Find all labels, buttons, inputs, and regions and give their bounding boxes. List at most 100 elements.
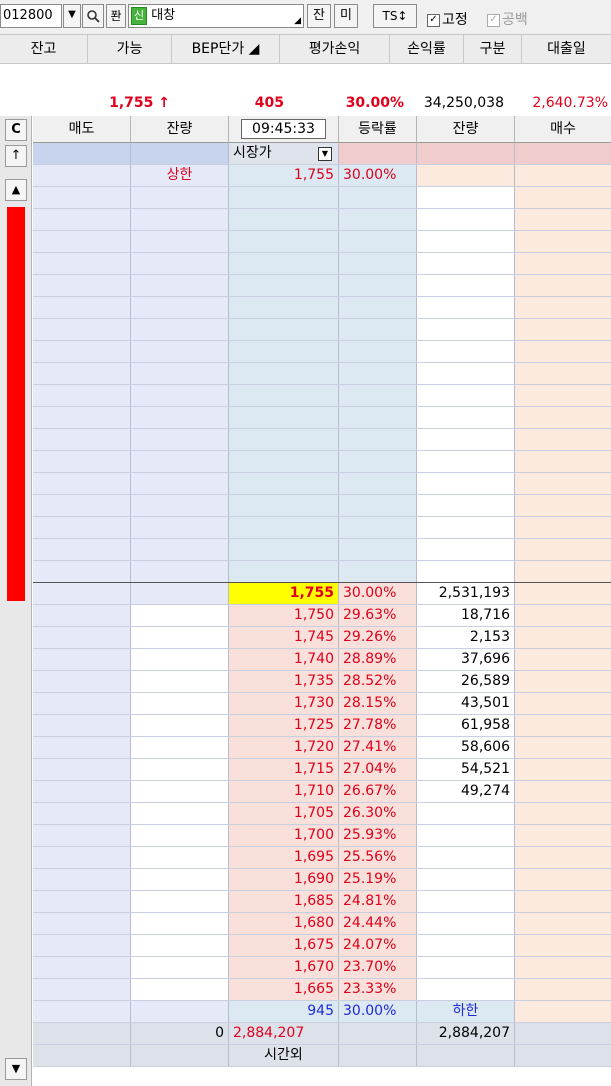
price-cell[interactable]: 1,705 [229,803,339,824]
ask-cell[interactable] [33,781,131,802]
bid-cell[interactable] [515,407,611,428]
code-dropdown-button[interactable]: ▼ [63,4,81,28]
bid-cell[interactable] [515,473,611,494]
price-cell[interactable] [229,407,339,428]
bid-cell[interactable] [515,583,611,604]
ask-cell[interactable] [33,847,131,868]
price-cell[interactable]: 1,740 [229,649,339,670]
ask-cell[interactable] [33,407,131,428]
price-cell[interactable]: 1,720 [229,737,339,758]
ask-cell[interactable] [33,209,131,230]
ask-cell[interactable] [33,671,131,692]
bid-cell[interactable] [515,385,611,406]
header-type[interactable]: 구분 [464,35,522,63]
bid-cell[interactable] [515,847,611,868]
ask-cell[interactable] [33,715,131,736]
price-cell[interactable] [229,297,339,318]
price-cell[interactable] [229,209,339,230]
price-cell[interactable] [229,363,339,384]
price-cell[interactable] [229,275,339,296]
bid-cell[interactable] [515,561,611,582]
ask-cell[interactable] [33,693,131,714]
current-price-cell[interactable]: 1,755 [229,583,339,604]
bid-cell[interactable] [515,517,611,538]
price-cell[interactable]: 1,685 [229,891,339,912]
price-cell[interactable] [229,561,339,582]
ask-cell[interactable] [33,891,131,912]
price-cell[interactable]: 1,695 [229,847,339,868]
ask-cell[interactable] [33,429,131,450]
ask-cell[interactable] [33,363,131,384]
ask-cell[interactable] [33,473,131,494]
bid-cell[interactable] [515,341,611,362]
bid-cell[interactable] [515,649,611,670]
bid-cell[interactable] [515,627,611,648]
price-cell[interactable]: 1,750 [229,605,339,626]
ask-cell[interactable] [33,825,131,846]
search-button[interactable] [82,4,104,28]
bid-cell[interactable] [515,297,611,318]
ask-cell[interactable] [33,737,131,758]
stock-code-input[interactable]: 012800 [0,4,62,28]
bid-cell[interactable] [515,803,611,824]
price-cell[interactable] [229,319,339,340]
bid-cell[interactable] [515,451,611,472]
price-cell[interactable]: 1,735 [229,671,339,692]
price-cell[interactable]: 1,715 [229,759,339,780]
price-cell[interactable] [229,187,339,208]
bid-cell[interactable] [515,913,611,934]
bid-cell[interactable] [515,539,611,560]
bid-cell[interactable] [515,979,611,1000]
header-bep-price[interactable]: BEP단가 ◢ [172,35,280,63]
upper-limit-price[interactable]: 1,755 [229,165,339,186]
price-cell[interactable]: 1,725 [229,715,339,736]
mi-button[interactable]: 미 [334,4,358,28]
price-cell[interactable] [229,253,339,274]
ask-cell[interactable] [33,759,131,780]
ask-cell[interactable] [33,451,131,472]
ask-cell[interactable] [33,539,131,560]
ask-cell[interactable] [33,935,131,956]
bid-cell[interactable] [515,759,611,780]
price-cell[interactable]: 1,700 [229,825,339,846]
ask-cell[interactable] [33,803,131,824]
bid-cell[interactable] [515,671,611,692]
ask-cell[interactable] [33,627,131,648]
bid-cell[interactable] [515,495,611,516]
ask-cell[interactable] [33,253,131,274]
bid-cell[interactable] [515,715,611,736]
ask-cell[interactable] [33,957,131,978]
price-cell[interactable]: 1,670 [229,957,339,978]
ts-button[interactable]: TS↕ [373,4,417,28]
price-cell[interactable]: 1,710 [229,781,339,802]
bid-cell[interactable] [515,231,611,252]
price-cell[interactable]: 1,680 [229,913,339,934]
pan-button[interactable]: 퐌 [106,4,126,28]
price-cell[interactable]: 1,745 [229,627,339,648]
fixed-checkbox[interactable]: ✓ 고정 [427,9,468,29]
ask-cell[interactable] [33,583,131,604]
after-hours-label[interactable]: 시간외 [229,1045,339,1066]
bid-cell[interactable] [515,891,611,912]
jan-button[interactable]: 잔 [307,4,331,28]
bid-cell[interactable] [515,737,611,758]
ask-cell[interactable] [33,913,131,934]
price-cell[interactable]: 1,665 [229,979,339,1000]
bid-cell[interactable] [515,429,611,450]
price-cell[interactable] [229,231,339,252]
bid-cell[interactable] [515,275,611,296]
header-available[interactable]: 가능 [88,35,172,63]
bid-cell[interactable] [515,693,611,714]
bid-cell[interactable] [515,825,611,846]
price-cell[interactable]: 1,690 [229,869,339,890]
header-balance[interactable]: 잔고 [0,35,88,63]
ask-cell[interactable] [33,869,131,890]
price-cell[interactable] [229,473,339,494]
ask-cell[interactable] [33,231,131,252]
price-cell[interactable]: 1,675 [229,935,339,956]
ask-cell[interactable] [33,979,131,1000]
bid-cell[interactable] [515,319,611,340]
scroll-down-button[interactable]: ▼ [5,1058,27,1080]
clear-button[interactable]: C [5,119,27,141]
bid-cell[interactable] [515,187,611,208]
